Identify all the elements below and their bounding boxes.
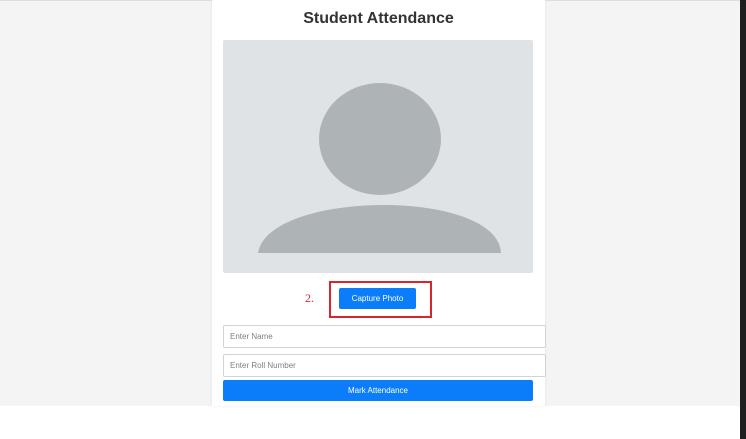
- page-title: Student Attendance: [303, 10, 454, 27]
- silhouette-head: [319, 83, 441, 195]
- mark-attendance-button[interactable]: Mark Attendance: [223, 380, 533, 401]
- capture-photo-button[interactable]: Capture Photo: [339, 288, 416, 309]
- photo-preview: [223, 40, 533, 273]
- window-edge: [740, 0, 746, 439]
- person-silhouette-icon: [258, 83, 501, 253]
- roll-number-input[interactable]: [223, 354, 546, 377]
- silhouette-body: [258, 204, 501, 253]
- name-input[interactable]: [223, 325, 546, 348]
- step-annotation: 2.: [305, 291, 314, 305]
